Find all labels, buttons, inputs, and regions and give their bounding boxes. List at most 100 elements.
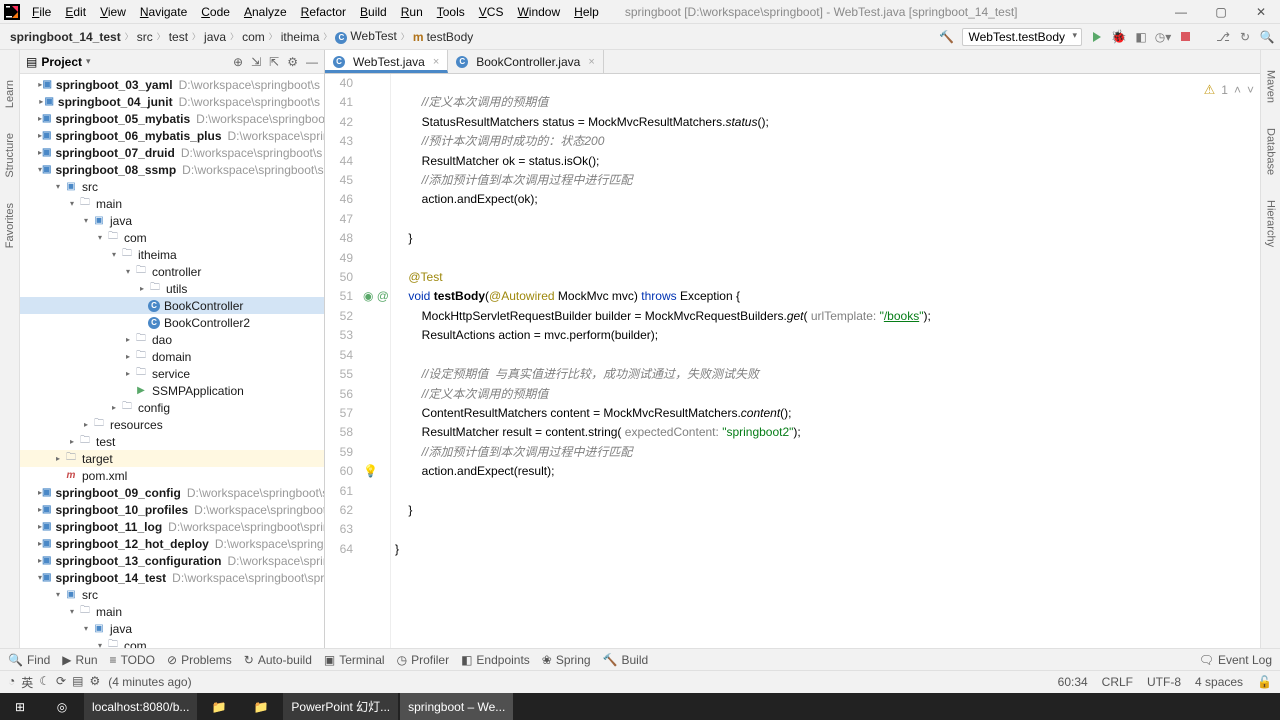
indent[interactable]: 4 spaces: [1195, 675, 1243, 689]
tree-row[interactable]: ▣springboot_04_junitD:\workspace\springb…: [20, 93, 324, 110]
build-icon[interactable]: 🔨: [940, 30, 954, 44]
tree-row[interactable]: ▣springboot_11_logD:\workspace\springboo…: [20, 518, 324, 535]
tree-row[interactable]: 🗀dao: [20, 331, 324, 348]
tree-row[interactable]: 🗀target: [20, 450, 324, 467]
tree-twisty-icon[interactable]: [66, 607, 78, 616]
tree-row[interactable]: ▣src: [20, 586, 324, 603]
breadcrumb-item[interactable]: springboot_14_test: [6, 28, 125, 46]
tool-problems[interactable]: ⊘Problems: [167, 653, 232, 667]
menu-view[interactable]: View: [94, 3, 132, 21]
tree-row[interactable]: 🗀com: [20, 229, 324, 246]
tree-row[interactable]: 🗀test: [20, 433, 324, 450]
tree-row[interactable]: ▣springboot_07_druidD:\workspace\springb…: [20, 144, 324, 161]
window-controls[interactable]: — ▢ ✕: [1166, 5, 1276, 19]
tree-row[interactable]: ▣springboot_09_configD:\workspace\spring…: [20, 484, 324, 501]
tree-twisty-icon[interactable]: [52, 590, 64, 599]
tree-row[interactable]: ▣springboot_05_mybatisD:\workspace\sprin…: [20, 110, 324, 127]
hierarchy-tab[interactable]: Hierarchy: [1265, 200, 1277, 247]
menu-window[interactable]: Window: [511, 3, 566, 21]
database-tab[interactable]: Database: [1265, 128, 1277, 175]
encoding[interactable]: UTF-8: [1147, 675, 1181, 689]
tool-endpoints[interactable]: ◧Endpoints: [461, 653, 530, 667]
gear-icon[interactable]: ⚙: [89, 674, 100, 691]
breadcrumb-item[interactable]: test: [165, 28, 192, 46]
expand-icon[interactable]: ⇲: [251, 55, 261, 69]
tree-row[interactable]: 🗀main: [20, 603, 324, 620]
taskbar-item[interactable]: PowerPoint 幻灯...: [283, 693, 398, 720]
tool-spring[interactable]: ❀Spring: [542, 653, 591, 667]
status-indicator-icon[interactable]: ◔: [8, 674, 15, 691]
tree-twisty-icon[interactable]: [80, 216, 92, 225]
gutter-mark-icon[interactable]: 💡: [363, 462, 378, 481]
todo-status-icon[interactable]: ▤: [72, 674, 83, 691]
profile-icon[interactable]: ◷▾: [1156, 30, 1170, 44]
editor-tabs[interactable]: CWebTest.java×CBookController.java×: [325, 50, 1260, 74]
ime-icon[interactable]: 英: [21, 674, 33, 691]
close-icon[interactable]: ✕: [1246, 5, 1276, 19]
breadcrumb-item[interactable]: CWebTest: [331, 27, 400, 46]
tool-terminal[interactable]: ▣Terminal: [324, 653, 385, 667]
tree-twisty-icon[interactable]: [80, 624, 92, 633]
menu-help[interactable]: Help: [568, 3, 605, 21]
tree-row[interactable]: ▣springboot_03_yamlD:\workspace\springbo…: [20, 76, 324, 93]
tree-row[interactable]: 🗀utils: [20, 280, 324, 297]
tree-row[interactable]: 🗀com: [20, 637, 324, 648]
taskbar-item[interactable]: 📁: [241, 693, 281, 720]
moon-icon[interactable]: ☾: [39, 674, 50, 691]
breadcrumb-item[interactable]: com: [238, 28, 269, 46]
menu-refactor[interactable]: Refactor: [295, 3, 352, 21]
vcs-status[interactable]: (4 minutes ago): [108, 675, 191, 689]
line-separator[interactable]: CRLF: [1102, 675, 1133, 689]
taskbar-item[interactable]: springboot – We...: [400, 693, 513, 720]
project-panel-header[interactable]: ▤ Project ▾ ⊕ ⇲ ⇱ ⚙ —: [20, 50, 324, 74]
menu-build[interactable]: Build: [354, 3, 393, 21]
menu-navigate[interactable]: Navigate: [134, 3, 193, 21]
marker-gutter[interactable]: ◉ @ 💡: [361, 74, 391, 648]
breadcrumb-item[interactable]: src: [133, 28, 157, 46]
tree-twisty-icon[interactable]: [122, 352, 134, 361]
settings-icon[interactable]: ⚙: [287, 55, 298, 69]
close-icon[interactable]: ×: [588, 56, 594, 68]
tree-row[interactable]: 🗀main: [20, 195, 324, 212]
tool-profiler[interactable]: ◷Profiler: [397, 653, 450, 667]
menu-file[interactable]: File: [26, 3, 57, 21]
collapse-icon[interactable]: ⇱: [269, 55, 279, 69]
tree-row[interactable]: 🗀itheima: [20, 246, 324, 263]
tree-twisty-icon[interactable]: [52, 454, 64, 463]
tree-row[interactable]: 🗀controller: [20, 263, 324, 280]
tree-row[interactable]: ▣springboot_06_mybatis_plusD:\workspace\…: [20, 127, 324, 144]
tree-row[interactable]: 🗀service: [20, 365, 324, 382]
tree-row[interactable]: ▣springboot_12_hot_deployD:\workspace\sp…: [20, 535, 324, 552]
menu-run[interactable]: Run: [395, 3, 429, 21]
tree-twisty-icon[interactable]: [66, 437, 78, 446]
maven-tab[interactable]: Maven: [1265, 70, 1277, 103]
tree-twisty-icon[interactable]: [94, 641, 106, 648]
os-taskbar[interactable]: ⊞◎localhost:8080/b...📁📁PowerPoint 幻灯...s…: [0, 693, 1280, 720]
breadcrumb[interactable]: springboot_14_test〉src〉test〉java〉com〉ith…: [6, 27, 477, 46]
coverage-icon[interactable]: ◧: [1134, 30, 1148, 44]
close-icon[interactable]: ×: [433, 56, 439, 68]
tree-row[interactable]: CBookController2: [20, 314, 324, 331]
tree-row[interactable]: 🗀domain: [20, 348, 324, 365]
menu-code[interactable]: Code: [195, 3, 236, 21]
tree-row[interactable]: ▶SSMPApplication: [20, 382, 324, 399]
tree-row[interactable]: ▣springboot_14_testD:\workspace\springbo…: [20, 569, 324, 586]
tree-row[interactable]: ▣src: [20, 178, 324, 195]
run-icon[interactable]: [1090, 30, 1104, 44]
editor-body[interactable]: 40 41 42 43 44 45 46 47 48 49 50 51 52 5…: [325, 74, 1260, 648]
editor-analysis-status[interactable]: ⚠ 1 ˄ ˅: [1204, 82, 1254, 98]
menu-analyze[interactable]: Analyze: [238, 3, 293, 21]
tree-row[interactable]: ▣java: [20, 212, 324, 229]
tree-row[interactable]: ▣springboot_13_configurationD:\workspace…: [20, 552, 324, 569]
update-icon[interactable]: ↻: [1238, 30, 1252, 44]
tree-twisty-icon[interactable]: [136, 284, 148, 293]
gutter-mark-icon[interactable]: ◉ @: [363, 287, 389, 306]
breadcrumb-item[interactable]: itheima: [277, 28, 324, 46]
maximize-icon[interactable]: ▢: [1206, 5, 1236, 19]
learn-tab[interactable]: Learn: [4, 80, 16, 108]
tool-auto-build[interactable]: ↻Auto-build: [244, 653, 312, 667]
readonly-icon[interactable]: 🔓: [1257, 675, 1272, 689]
project-tree[interactable]: ▣springboot_03_yamlD:\workspace\springbo…: [20, 74, 324, 648]
minimize-icon[interactable]: —: [1166, 5, 1196, 19]
tool-run[interactable]: ▶Run: [62, 653, 97, 667]
